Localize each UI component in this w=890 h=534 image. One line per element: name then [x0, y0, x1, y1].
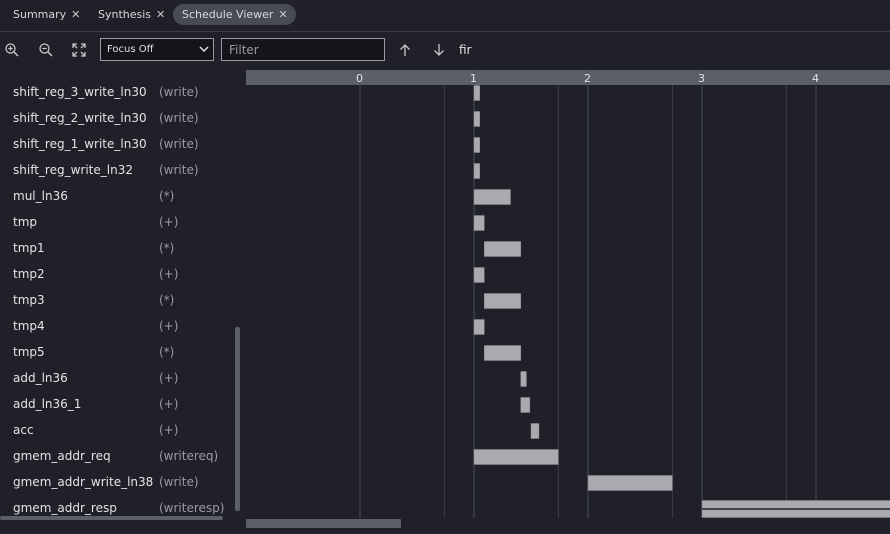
- operation-type: (*): [159, 345, 175, 359]
- operation-name: acc: [13, 423, 34, 437]
- operation-type: (write): [159, 85, 199, 99]
- operation-name: tmp5: [13, 345, 45, 359]
- list-item[interactable]: gmem_addr_write_ln38 (write): [0, 469, 246, 495]
- schedule-bar[interactable]: [473, 449, 559, 465]
- function-name: fir: [459, 43, 472, 57]
- schedule-bar[interactable]: [473, 267, 485, 283]
- list-item[interactable]: shift_reg_write_ln32 (write): [0, 157, 246, 183]
- focus-select-value: Focus Off: [107, 44, 154, 55]
- operation-name: tmp2: [13, 267, 45, 281]
- tab-summary[interactable]: Summary ✕: [4, 4, 88, 25]
- operation-name: tmp: [13, 215, 38, 229]
- arrow-up-icon[interactable]: [397, 42, 413, 58]
- schedule-bar[interactable]: [484, 345, 521, 361]
- operation-type: (write): [159, 137, 199, 151]
- operation-name: tmp4: [13, 319, 45, 333]
- operation-type: (+): [159, 423, 179, 437]
- tick-label: 0: [356, 72, 363, 85]
- list-item[interactable]: add_ln36_1 (+): [0, 391, 246, 417]
- close-icon[interactable]: ✕: [278, 8, 287, 21]
- operation-name: shift_reg_2_write_ln30: [13, 111, 147, 125]
- tab-bar: Summary ✕ Synthesis ✕ Schedule Viewer ✕: [0, 0, 890, 32]
- operation-name: gmem_addr_write_ln38: [13, 475, 154, 489]
- operation-type: (+): [159, 215, 179, 229]
- operation-type: (write): [159, 163, 199, 177]
- tick-label: 3: [698, 72, 705, 85]
- list-horizontal-scrollbar[interactable]: [0, 516, 223, 520]
- operation-type: (+): [159, 267, 179, 281]
- operation-type: (writereq): [159, 449, 219, 463]
- list-item[interactable]: acc (+): [0, 417, 246, 443]
- focus-select[interactable]: Focus Off: [100, 38, 214, 61]
- chevron-down-icon: [199, 46, 209, 53]
- list-item[interactable]: tmp1 (*): [0, 235, 246, 261]
- tab-synthesis[interactable]: Synthesis ✕: [89, 4, 173, 25]
- schedule-bar[interactable]: [484, 293, 521, 309]
- operation-name: gmem_addr_req: [13, 449, 111, 463]
- close-icon[interactable]: ✕: [71, 8, 80, 21]
- list-item[interactable]: gmem_addr_req (writereq): [0, 443, 246, 469]
- list-item[interactable]: tmp4 (+): [0, 313, 246, 339]
- schedule-bar[interactable]: [473, 215, 485, 231]
- schedule-bar[interactable]: [473, 85, 480, 101]
- operation-type: (writeresp): [159, 501, 225, 515]
- operation-type: (*): [159, 293, 175, 307]
- schedule-bar[interactable]: [473, 163, 480, 179]
- tick-label: 4: [812, 72, 819, 85]
- tab-schedule-viewer-label: Schedule Viewer: [182, 8, 274, 21]
- schedule-bar[interactable]: [520, 397, 531, 413]
- zoom-out-icon[interactable]: [38, 42, 54, 58]
- schedule-bar[interactable]: [587, 475, 673, 491]
- schedule-chart-svg: 0 1 2 3 4: [246, 70, 890, 528]
- list-item[interactable]: tmp (+): [0, 209, 246, 235]
- operation-name: gmem_addr_resp: [13, 501, 117, 515]
- close-icon[interactable]: ✕: [156, 8, 165, 21]
- list-item[interactable]: tmp3 (*): [0, 287, 246, 313]
- schedule-chart: 0 1 2 3 4: [246, 70, 890, 534]
- list-item[interactable]: shift_reg_2_write_ln30 (write): [0, 105, 246, 131]
- list-item[interactable]: add_ln36 (+): [0, 365, 246, 391]
- operation-name: add_ln36_1: [13, 397, 82, 411]
- list-item[interactable]: tmp5 (*): [0, 339, 246, 365]
- schedule-bar[interactable]: [473, 189, 511, 205]
- operation-name: mul_ln36: [13, 189, 68, 203]
- operation-name: shift_reg_write_ln32: [13, 163, 133, 177]
- tab-synthesis-label: Synthesis: [98, 8, 152, 21]
- schedule-bar[interactable]: [520, 371, 527, 387]
- list-item[interactable]: tmp2 (+): [0, 261, 246, 287]
- schedule-bar[interactable]: [484, 241, 521, 257]
- tick-label: 1: [470, 72, 477, 85]
- arrow-down-icon[interactable]: [431, 42, 447, 58]
- operation-name: shift_reg_1_write_ln30: [13, 137, 147, 151]
- chart-horizontal-scrollbar[interactable]: [246, 519, 401, 528]
- list-item[interactable]: mul_ln36 (*): [0, 183, 246, 209]
- list-item[interactable]: shift_reg_1_write_ln30 (write): [0, 131, 246, 157]
- schedule-bar[interactable]: [473, 319, 485, 335]
- operation-type: (+): [159, 397, 179, 411]
- toolbar: Focus Off fir: [0, 32, 890, 69]
- zoom-in-icon[interactable]: [4, 42, 20, 58]
- tick-label: 2: [584, 72, 591, 85]
- operation-list: shift_reg_3_write_ln30 (write) shift_reg_2…: [0, 70, 246, 534]
- operation-name: tmp3: [13, 293, 45, 307]
- tab-summary-label: Summary: [13, 8, 67, 21]
- filter-input[interactable]: [221, 38, 385, 61]
- operation-name: add_ln36: [13, 371, 68, 385]
- tab-schedule-viewer[interactable]: Schedule Viewer ✕: [173, 4, 296, 25]
- vertical-scrollbar[interactable]: [235, 327, 240, 511]
- schedule-bar[interactable]: [473, 111, 480, 127]
- operation-type: (*): [159, 241, 175, 255]
- operation-type: (write): [159, 111, 199, 125]
- schedule-bar[interactable]: [473, 137, 480, 153]
- zoom-fit-icon[interactable]: [71, 42, 87, 58]
- time-ruler: [246, 70, 890, 85]
- operation-name: shift_reg_3_write_ln30: [13, 85, 147, 99]
- operation-type: (write): [159, 475, 199, 489]
- list-item[interactable]: shift_reg_3_write_ln30 (write): [0, 79, 246, 105]
- operation-type: (+): [159, 371, 179, 385]
- schedule-bar[interactable]: [530, 423, 540, 439]
- operation-type: (*): [159, 189, 175, 203]
- operation-type: (+): [159, 319, 179, 333]
- operation-name: tmp1: [13, 241, 45, 255]
